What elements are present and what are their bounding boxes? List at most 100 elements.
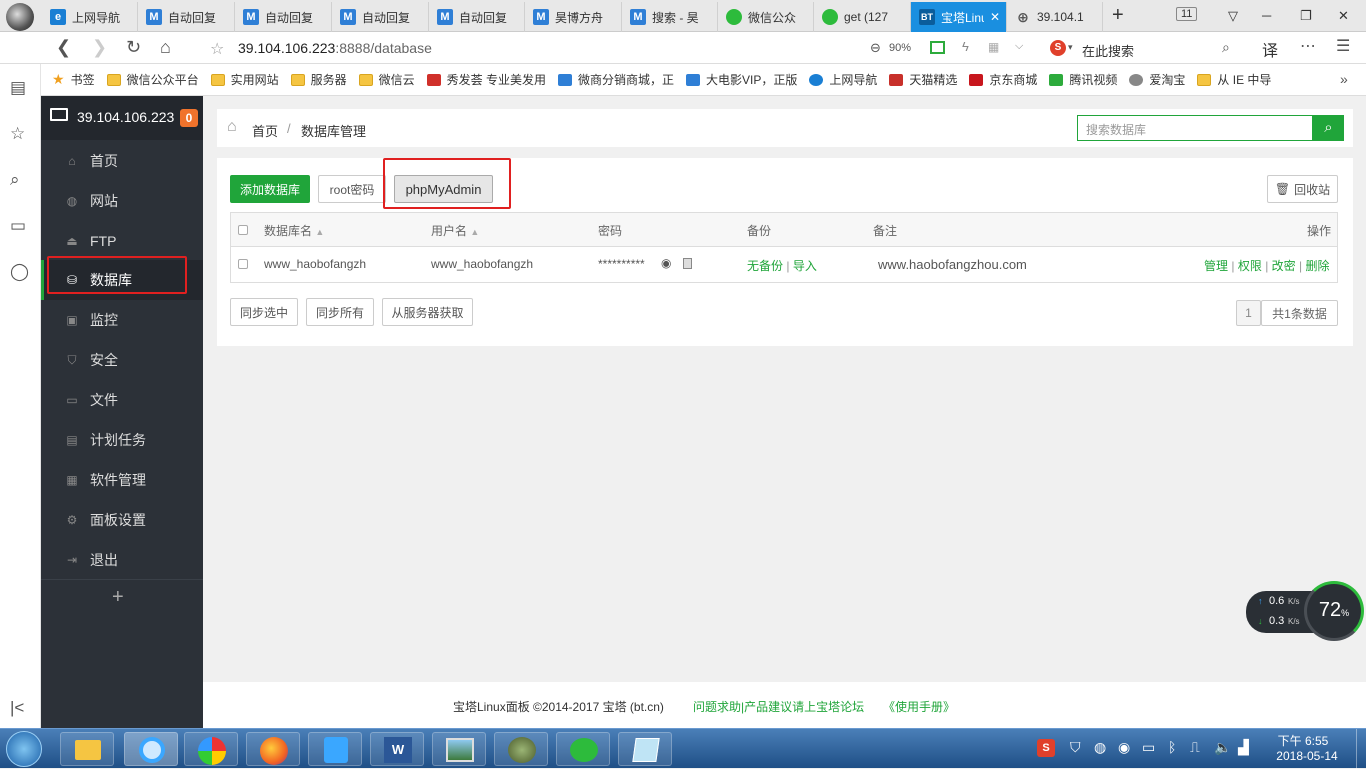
tab-7[interactable]: M 搜索 - 昊 [622,2,718,32]
home-icon[interactable]: ⌂ [160,37,171,58]
user-avatar[interactable] [6,3,34,31]
forum-link[interactable]: 问题求助|产品建议请上宝塔论坛 [693,698,864,715]
minimize-icon[interactable]: ─ [1262,8,1271,23]
tab-9[interactable]: get (127 [814,2,911,32]
th-username[interactable]: 用户名 ▲ [431,222,479,239]
manual-link[interactable]: 《使用手册》 [883,698,955,715]
permission-link[interactable]: 权限 [1238,259,1262,273]
taskbar-notepad[interactable] [618,732,672,766]
collapse-icon[interactable]: |< [10,698,24,718]
fetch-from-server-button[interactable]: 从服务器获取 [382,298,473,326]
display-tray-icon[interactable]: ▭ [1142,739,1155,756]
new-tab-icon[interactable]: + [1112,4,1124,27]
no-backup-link[interactable]: 无备份 [747,259,783,273]
tab-11[interactable]: ⊕ 39.104.1 [1007,2,1103,32]
change-password-link[interactable]: 改密 [1272,259,1296,273]
sync-all-button[interactable]: 同步所有 [306,298,374,326]
eye-icon[interactable]: ◉ [661,256,671,270]
refresh-icon[interactable]: ↻ [126,37,141,58]
zoom-icon[interactable]: ⊖ [870,40,881,56]
qq-tray-icon[interactable]: ◉ [1118,739,1130,756]
sidebar-item-files[interactable]: ▭ 文件 [41,380,203,420]
bookmark-item[interactable]: 秀发荟 专业美发用 [426,71,546,88]
close-tab-icon[interactable]: ✕ [990,10,1000,24]
memory-gauge[interactable]: 72% [1304,581,1364,641]
tab-5[interactable]: M 自动回复 [429,2,525,32]
show-desktop-button[interactable] [1356,729,1366,769]
qr-icon[interactable]: ▦ [988,40,999,54]
tab-count[interactable]: 11 [1176,7,1198,21]
sidebar-item-monitor[interactable]: ▣ 监控 [41,300,203,340]
recycle-bin-button[interactable]: 🗑 回收站 [1267,175,1338,203]
sidebar-item-home[interactable]: ⌂ 首页 [41,141,203,181]
bookmark-item[interactable]: 上网导航 [809,71,877,88]
sidebar-item-security[interactable]: ⛉ 安全 [41,340,203,380]
bookmark-item[interactable]: 实用网站 [210,71,279,88]
usb-tray-icon[interactable]: ⎍ [1190,739,1200,756]
bolt-icon[interactable]: ϟ [962,39,969,54]
engine-dropdown-icon[interactable]: ▾ [1068,42,1073,53]
add-icon[interactable]: + [112,586,124,609]
star-icon[interactable]: ☆ [210,39,224,59]
sidebar-item-logout[interactable]: ⇥ 退出 [41,540,203,580]
tab-8[interactable]: 微信公众 [718,2,814,32]
tab-6[interactable]: M 昊博方舟 [525,2,622,32]
taskbar-word[interactable]: W [370,732,424,766]
back-icon[interactable]: ❮ [56,37,71,58]
volume-tray-icon[interactable]: 🔈 [1214,739,1231,756]
sidebar-item-settings[interactable]: ⚙ 面板设置 [41,500,203,540]
taskbar-app-pinwheel[interactable] [184,732,238,766]
shield-tray-icon[interactable]: ⛉ [1070,739,1081,756]
row-checkbox[interactable] [238,259,248,269]
bookmark-item[interactable]: 服务器 [290,71,347,88]
maximize-icon[interactable]: ❐ [1300,8,1312,24]
sogou-tray-icon[interactable]: S [1037,739,1055,757]
select-all-checkbox[interactable] [238,225,248,235]
taskbar-browser[interactable] [124,732,178,766]
start-button[interactable] [6,731,42,767]
bluetooth-tray-icon[interactable]: ᛒ [1168,739,1176,755]
tab-2[interactable]: M 自动回复 [138,2,235,32]
wechat-tray-icon[interactable]: ◍ [1094,739,1106,756]
search-field[interactable]: 在此搜索 [1082,41,1134,60]
pager-page[interactable]: 1 [1236,300,1261,326]
tab-3[interactable]: M 自动回复 [235,2,332,32]
bookmark-icon[interactable]: ▽ [1228,8,1238,24]
cell-note[interactable]: www.haobofangzhou.com [878,257,1027,272]
taskbar-firefox[interactable] [246,732,300,766]
tab-1[interactable]: e 上网导航 [42,2,138,32]
favorites-icon[interactable]: ☆ [10,124,25,144]
forward-icon[interactable]: ❯ [92,37,107,58]
search-button[interactable]: ⌕ [1313,115,1344,141]
clock-date[interactable]: 2018-05-14 [1268,749,1346,763]
breadcrumb-home[interactable]: 首页 [252,121,278,140]
search-icon[interactable]: ⌕ [1222,39,1230,56]
bookmark-item[interactable]: 腾讯视频 [1049,71,1117,88]
tab-4[interactable]: M 自动回复 [332,2,429,32]
import-link[interactable]: 导入 [793,259,817,273]
taskbar-image-viewer[interactable] [494,732,548,766]
taskbar-wechat[interactable] [556,732,610,766]
copy-icon[interactable] [683,258,692,269]
root-password-button[interactable]: root密码 [318,175,386,203]
sidebar-item-cron[interactable]: ▤ 计划任务 [41,420,203,460]
taskbar-explorer[interactable] [60,732,114,766]
url-field[interactable]: 39.104.106.223:8888/database [238,40,432,56]
news-icon[interactable]: ▤ [10,78,26,98]
bookmark-item[interactable]: 微商分销商城，正 [557,71,674,88]
tab-10-active[interactable]: BT 宝塔Linu ✕ [911,2,1007,32]
sidebar-item-ftp[interactable]: ⏏ FTP [41,221,203,261]
clock-time[interactable]: 下午 6:55 [1268,732,1338,749]
menu-icon[interactable]: ☰ [1336,36,1350,56]
search-icon[interactable]: ⌕ [10,170,20,190]
bookmark-item[interactable]: 京东商城 [969,71,1037,88]
chat-icon[interactable]: ◯ [10,262,29,282]
manage-link[interactable]: 管理 [1204,259,1228,273]
bookmark-item[interactable]: 大电影VIP，正版 [686,71,797,88]
taskbar-photo[interactable] [432,732,486,766]
network-tray-icon[interactable]: ▟ [1238,739,1249,756]
sidebar-item-software[interactable]: ▦ 软件管理 [41,460,203,500]
bookmark-item[interactable]: 微信公众平台 [106,71,199,88]
delete-link[interactable]: 删除 [1305,259,1329,273]
close-window-icon[interactable]: ✕ [1338,8,1349,24]
